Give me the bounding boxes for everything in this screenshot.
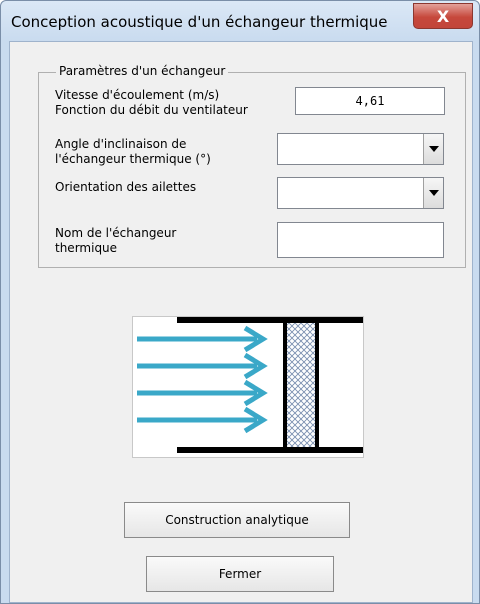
name-label-line1: Nom de l'échangeur — [55, 226, 177, 240]
exchanger-diagram — [132, 316, 364, 458]
close-icon: X — [436, 6, 450, 26]
close-window-button[interactable]: X — [413, 3, 473, 29]
angle-value — [278, 134, 443, 164]
chevron-down-icon — [428, 146, 439, 152]
orientation-value — [278, 178, 443, 208]
exchanger-name-input[interactable] — [277, 222, 444, 258]
groupbox-legend: Paramètres d'un échangeur — [56, 64, 229, 78]
title-bar[interactable]: Conception acoustique d'un échangeur the… — [1, 1, 479, 41]
angle-dropdown-button[interactable] — [423, 134, 443, 164]
angle-label-line2: l'échangeur thermique (°) — [55, 152, 211, 166]
window-title: Conception acoustique d'un échangeur the… — [11, 13, 388, 31]
orientation-dropdown[interactable] — [277, 177, 444, 209]
speed-label-line2: Fonction du débit du ventilateur — [55, 103, 248, 117]
name-label-line2: thermique — [55, 241, 118, 255]
airflow-arrows — [137, 325, 268, 434]
speed-label-line1: Vitesse d'écoulement (m/s) — [55, 88, 220, 102]
exchanger-left-frame — [283, 323, 287, 447]
exchanger-name-value — [278, 223, 443, 257]
construction-analytique-button[interactable]: Construction analytique — [124, 502, 350, 538]
exchanger-diagram-svg — [137, 317, 363, 453]
angle-label-line1: Angle d'inclinaison de — [55, 137, 187, 151]
speed-input[interactable]: 4,61 — [295, 87, 445, 115]
chevron-down-icon — [428, 190, 439, 196]
speed-value: 4,61 — [355, 94, 385, 108]
fermer-button[interactable]: Fermer — [146, 556, 334, 592]
bottom-duct-wall — [177, 447, 363, 453]
orientation-label: Orientation des ailettes — [55, 180, 197, 194]
orientation-dropdown-button[interactable] — [423, 178, 443, 208]
angle-dropdown[interactable] — [277, 133, 444, 165]
exchanger-mesh — [285, 323, 315, 447]
exchanger-right-frame — [315, 323, 319, 447]
top-duct-wall — [177, 317, 363, 323]
